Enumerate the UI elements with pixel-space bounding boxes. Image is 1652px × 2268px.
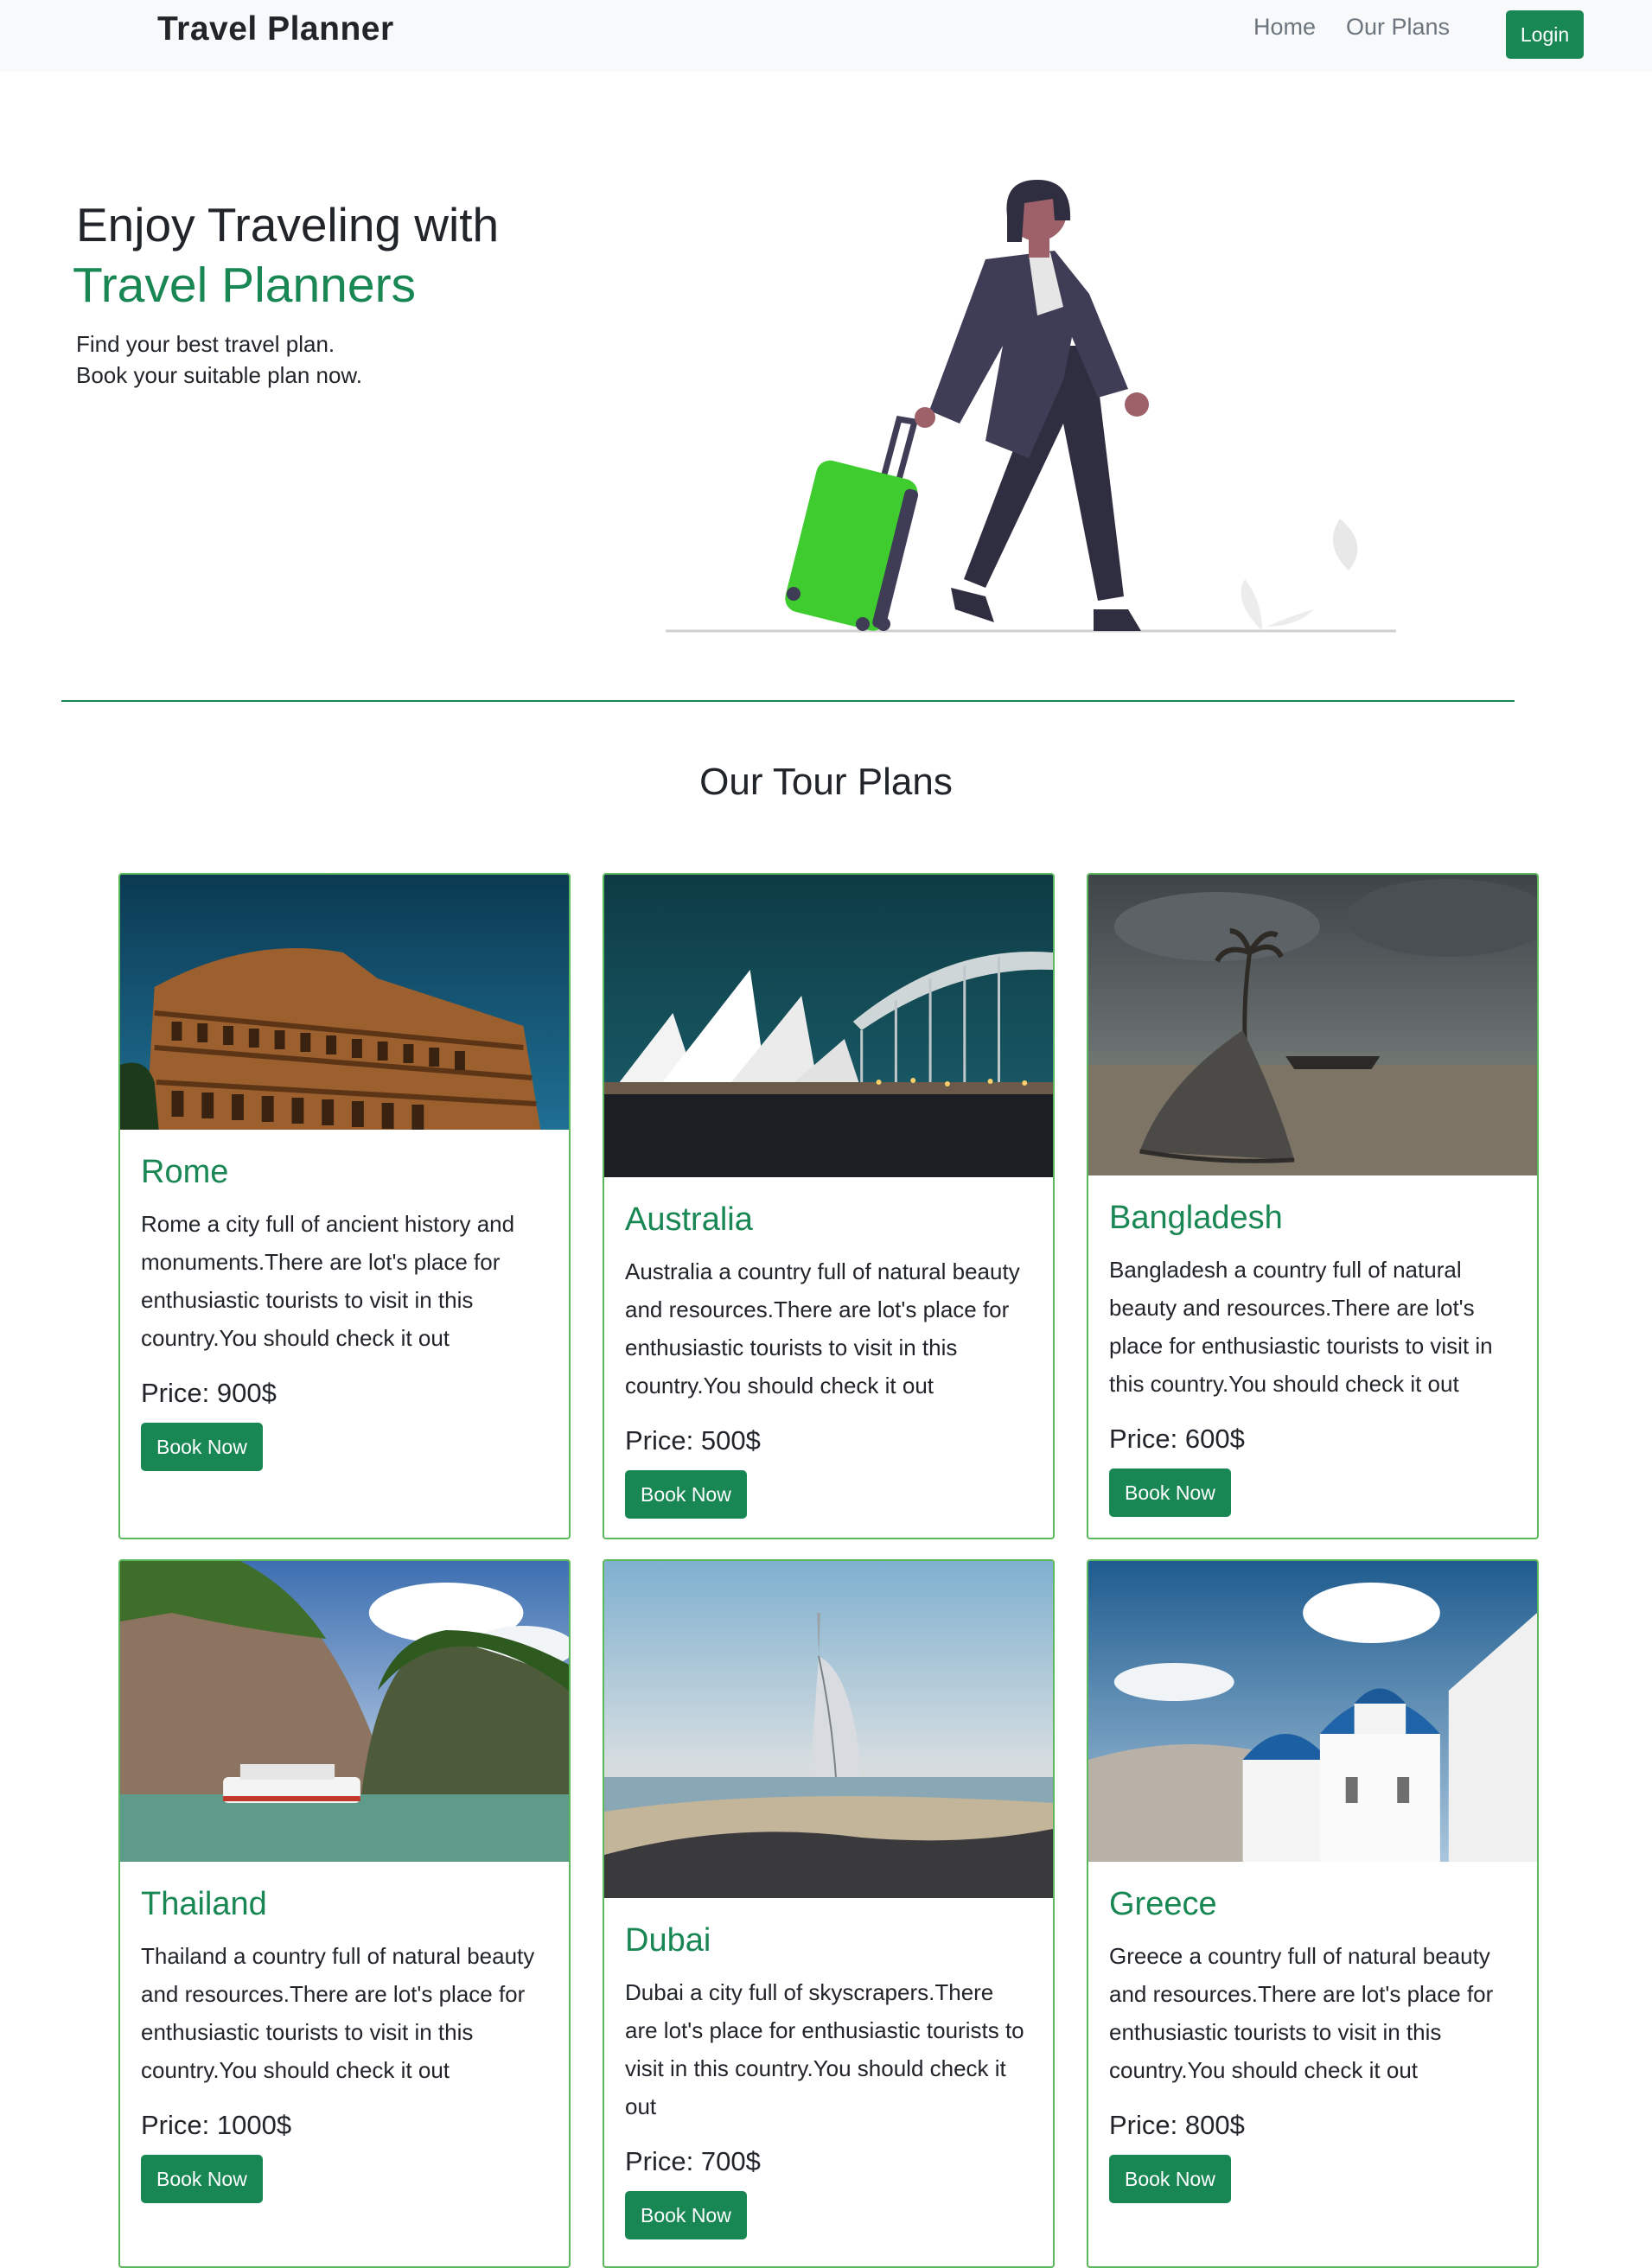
- traveler-illustration: [666, 180, 1396, 633]
- card-description: Thailand a country full of natural beaut…: [141, 1943, 535, 2083]
- card-description: Dubai a city full of skyscrapers.There a…: [625, 1979, 1024, 2119]
- card-description: Bangladesh a country full of natural bea…: [1109, 1257, 1493, 1397]
- card-title: Greece: [1109, 1886, 1217, 1922]
- card-body: Bangladesh Bangladesh a country full of …: [1088, 1175, 1537, 1534]
- section-divider: [61, 700, 1515, 702]
- card-description: Rome a city full of ancient history and …: [141, 1211, 515, 1351]
- card-body: Dubai Dubai a city full of skyscrapers.T…: [604, 1898, 1053, 2257]
- hero-title: Enjoy Traveling with: [76, 198, 500, 252]
- card-title: Dubai: [625, 1922, 711, 1959]
- sydney-opera-house-image: [604, 875, 1053, 1177]
- book-now-button[interactable]: Book Now: [1109, 1468, 1231, 1517]
- card-description: Greece a country full of natural beauty …: [1109, 1943, 1494, 2083]
- card-description: Australia a country full of natural beau…: [625, 1258, 1020, 1398]
- plan-card-dubai: Dubai Dubai a city full of skyscrapers.T…: [603, 1559, 1055, 2268]
- book-now-button[interactable]: Book Now: [141, 2155, 263, 2203]
- book-now-button[interactable]: Book Now: [1109, 2155, 1231, 2203]
- card-title: Bangladesh: [1109, 1200, 1283, 1236]
- card-body: Greece Greece a country full of natural …: [1088, 1862, 1537, 2220]
- hero-subtitle-line-2: Book your suitable plan now.: [76, 362, 362, 388]
- hero-title-highlight: Travel Planners: [73, 258, 417, 313]
- hero-subtitle-line-1: Find your best travel plan.: [76, 331, 335, 357]
- card-body: Australia Australia a country full of na…: [604, 1177, 1053, 1536]
- card-body: Rome Rome a city full of ancient history…: [120, 1130, 569, 1488]
- card-price: Price: 900$: [141, 1378, 277, 1408]
- santorini-image: [1088, 1561, 1537, 1862]
- plan-card-rome: Rome Rome a city full of ancient history…: [118, 873, 571, 1539]
- card-price: Price: 1000$: [141, 2110, 292, 2140]
- card-price: Price: 700$: [625, 2146, 761, 2176]
- plan-card-thailand: Thailand Thailand a country full of natu…: [118, 1559, 571, 2268]
- plan-card-australia: Australia Australia a country full of na…: [603, 873, 1055, 1539]
- beach-boat-image: [1088, 875, 1537, 1175]
- nav-link-home[interactable]: Home: [1253, 14, 1316, 41]
- plan-card-bangladesh: Bangladesh Bangladesh a country full of …: [1087, 873, 1539, 1539]
- limestone-cliffs-image: [120, 1561, 569, 1862]
- book-now-button[interactable]: Book Now: [141, 1423, 263, 1471]
- card-title: Australia: [625, 1201, 753, 1238]
- card-title: Rome: [141, 1154, 229, 1190]
- card-body: Thailand Thailand a country full of natu…: [120, 1862, 569, 2220]
- login-button[interactable]: Login: [1506, 10, 1584, 59]
- navbar: Travel Planner Home Our Plans Login: [0, 0, 1652, 72]
- brand-logo[interactable]: Travel Planner: [157, 10, 394, 48]
- card-price: Price: 600$: [1109, 1424, 1245, 1454]
- burj-al-arab-image: [604, 1561, 1053, 1898]
- section-title: Our Tour Plans: [699, 761, 953, 803]
- nav-link-our-plans[interactable]: Our Plans: [1346, 14, 1450, 41]
- hero-subtitle: Find your best travel plan. Book your su…: [76, 328, 362, 391]
- plan-card-greece: Greece Greece a country full of natural …: [1087, 1559, 1539, 2268]
- book-now-button[interactable]: Book Now: [625, 2191, 747, 2239]
- book-now-button[interactable]: Book Now: [625, 1470, 747, 1519]
- card-price: Price: 800$: [1109, 2110, 1245, 2140]
- card-title: Thailand: [141, 1886, 267, 1922]
- colosseum-image: [120, 875, 569, 1130]
- card-price: Price: 500$: [625, 1425, 761, 1456]
